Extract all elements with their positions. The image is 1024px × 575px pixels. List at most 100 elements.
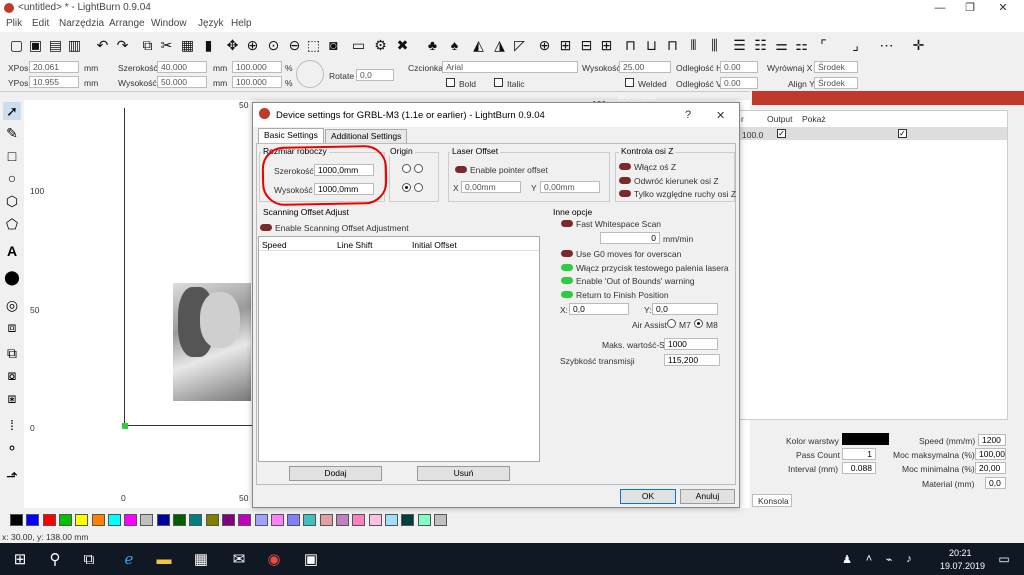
origin-bottom-right-radio[interactable] [414,183,423,192]
baud-select[interactable]: 115,200 [664,354,720,366]
task-view-icon[interactable]: ⧉ [78,548,100,570]
palette-swatch[interactable] [205,514,219,526]
hspace-input[interactable]: 0.00 [720,61,758,73]
palette-swatch[interactable] [352,514,366,526]
palette-swatch[interactable] [221,514,235,526]
layer-show-checkbox[interactable]: ✓ [898,129,907,138]
polygon2-icon[interactable]: ⬠ [3,215,21,233]
maximize-button[interactable]: ❐ [955,0,985,16]
palette-swatch[interactable] [156,514,170,526]
add-button[interactable]: Dodaj [289,466,382,481]
menu-file[interactable]: Plik [6,18,22,29]
redo-icon[interactable]: ↷ [114,36,131,53]
path-icon[interactable]: ⬏ [3,467,21,485]
space-equal-icon[interactable]: ⚌ [773,36,790,53]
undo-icon[interactable]: ↶ [94,36,111,53]
palette-swatch[interactable] [433,514,447,526]
palette-swatch[interactable] [336,514,349,526]
tab-basic-settings[interactable]: Basic Settings [258,128,324,143]
align-bottom-icon[interactable]: ⊓ [664,36,681,53]
alignx-select[interactable]: Środek [814,61,858,73]
align-center-icon[interactable]: ⊟ [578,36,595,53]
palette-swatch[interactable] [91,514,105,526]
target-icon[interactable]: ⊕ [536,36,553,53]
move-icon[interactable]: ✥ [224,36,241,53]
ellipse-icon[interactable]: ○ [3,169,21,187]
align-left-icon[interactable]: ⊞ [557,36,574,53]
palette-swatch[interactable] [287,514,301,526]
vspace-input[interactable]: 0.00 [720,77,758,89]
text-height-input[interactable]: 25.00 [619,61,671,73]
max-s-input[interactable]: 1000 [664,338,718,350]
anchor-grid[interactable] [296,60,324,88]
zoom-icon[interactable]: ⊙ [265,36,282,53]
search-icon[interactable]: ⚲ [44,548,66,570]
menu-arrange[interactable]: Arrange [109,18,145,29]
save-as-icon[interactable]: ▥ [66,36,83,53]
palette-swatch[interactable] [368,514,382,526]
boolean-intersect-icon[interactable]: ⧇ [3,366,21,384]
bold-checkbox[interactable] [446,78,455,87]
array-icon[interactable]: ⧆ [3,389,21,407]
circular-array-icon[interactable]: ⚬ [3,439,21,457]
test-fire-toggle[interactable] [561,264,573,271]
palette-swatch[interactable] [58,514,72,526]
palette-swatch[interactable] [401,514,415,526]
pass-count-input[interactable]: 1 [842,448,876,460]
offset-icon[interactable]: ◎ [3,296,21,314]
pointer-offset-toggle[interactable] [455,166,467,173]
clock-date[interactable]: 19.07.2019 [940,561,985,571]
zoom-in-icon[interactable]: ⊕ [244,36,261,53]
camera-icon[interactable]: ◙ [325,36,342,53]
rotate-icon[interactable]: ◸ [511,36,528,53]
tab-additional-settings[interactable]: Additional Settings [325,129,408,143]
fast-whitespace-toggle[interactable] [561,220,573,227]
store-icon[interactable]: ▦ [190,548,212,570]
offset-y-input[interactable]: 0,00mm [540,181,600,193]
settings-icon[interactable]: ⚙ [372,36,389,53]
scale-h-input[interactable]: 100.000 [232,76,282,88]
width-input[interactable]: 40.000 [157,61,207,73]
save-icon[interactable]: ▤ [47,36,64,53]
polygon-icon[interactable]: ⬡ [3,192,21,210]
minimize-button[interactable]: — [925,0,955,16]
open-file-icon[interactable]: ▣ [27,36,44,53]
dialog-help-button[interactable]: ? [685,109,691,121]
volume-icon[interactable]: ♪ [898,548,920,570]
align-top-icon[interactable]: ⊓ [622,36,639,53]
notification-icon[interactable]: ▭ [993,548,1015,570]
palette-swatch[interactable] [140,514,154,526]
zoom-out-icon[interactable]: ⊖ [286,36,303,53]
select-icon[interactable]: ➚ [3,102,21,120]
z-reverse-toggle[interactable] [619,177,631,184]
menu-tools[interactable]: Narzędzia [59,18,104,29]
return-finish-toggle[interactable] [561,291,573,298]
ypos-input[interactable]: 10.955 [29,76,79,88]
dialog-close-button[interactable]: ✕ [716,109,725,122]
scan-offset-toggle[interactable] [260,224,272,231]
cancel-button[interactable]: Anuluj [680,489,735,504]
palette-swatch[interactable] [319,514,333,526]
group-icon[interactable]: ♣ [424,36,441,53]
corner-br-icon[interactable]: ⌟ [847,36,864,53]
ungroup-icon[interactable]: ♠ [446,36,463,53]
boolean-subtract-icon[interactable]: ⧉ [3,344,21,362]
aligny-select[interactable]: Środek [814,77,858,89]
align-right-icon[interactable]: ⊞ [598,36,615,53]
out-of-bounds-toggle[interactable] [561,277,573,284]
origin-bottom-left-radio[interactable] [402,183,411,192]
monitor-icon[interactable]: ▭ [350,36,367,53]
palette-swatch[interactable] [417,514,431,526]
finish-x-input[interactable]: 0,0 [569,303,629,315]
g0-overscan-toggle[interactable] [561,250,573,257]
menu-language[interactable]: Język [198,18,224,29]
space-equal-v-icon[interactable]: ⚏ [793,36,810,53]
boolean-union-icon[interactable]: ⧈ [3,318,21,336]
origin-top-left-radio[interactable] [402,164,411,173]
space-h-icon[interactable]: ☰ [731,36,748,53]
file-explorer-icon[interactable]: ▬ [153,548,175,570]
origin-top-right-radio[interactable] [414,164,423,173]
mail-icon[interactable]: ✉ [228,548,250,570]
palette-swatch[interactable] [303,514,317,526]
palette-swatch[interactable] [42,514,56,526]
